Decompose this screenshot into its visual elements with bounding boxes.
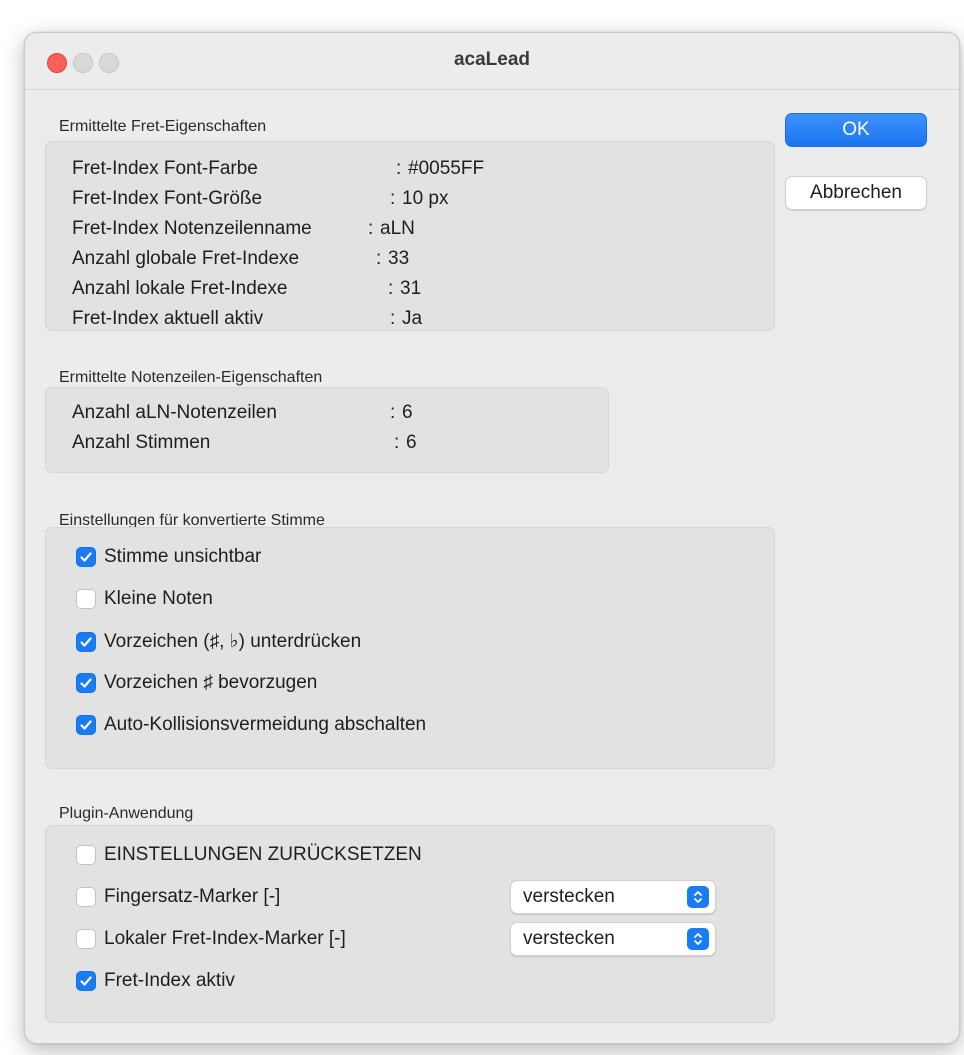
- fret-row-separator: :: [376, 248, 382, 269]
- fret-row-separator: :: [396, 158, 402, 179]
- checkbox[interactable]: [76, 631, 96, 652]
- option-einstellungen-zuruecksetzen[interactable]: EINSTELLUNGEN ZURÜCKSETZEN: [76, 844, 422, 866]
- fret-row-separator: :: [390, 188, 396, 209]
- option-label: Stimme unsichtbar: [104, 546, 262, 567]
- option-label: Fret-Index aktiv: [104, 970, 235, 991]
- title-bar: acaLead: [25, 33, 959, 90]
- staff-row-separator: :: [394, 432, 400, 453]
- checkbox[interactable]: [76, 845, 96, 865]
- fret-row-value: Ja: [402, 308, 423, 329]
- staff-section-title: Ermittelte Notenzeilen-Eigenschaften: [59, 369, 323, 386]
- fret-row-label: Anzahl globale Fret-Indexe: [72, 248, 300, 269]
- checkbox[interactable]: [76, 929, 96, 949]
- lokaler-fret-index-marker-select[interactable]: verstecken: [510, 922, 716, 956]
- option-label: Kleine Noten: [104, 588, 213, 609]
- cancel-button[interactable]: Abbrechen: [785, 176, 927, 210]
- checkmark-icon: [80, 678, 92, 688]
- fret-row-separator: :: [368, 218, 374, 239]
- option-label: Lokaler Fret-Index-Marker [-]: [104, 928, 346, 949]
- staff-row-value: 6: [402, 402, 413, 423]
- checkmark-icon: [80, 720, 92, 730]
- option-fret-index-aktiv[interactable]: Fret-Index aktiv: [76, 970, 235, 992]
- option-label: Auto-Kollisionsvermeidung abschalten: [104, 714, 427, 735]
- fret-row-value: 33: [388, 248, 410, 269]
- checkmark-icon: [80, 636, 92, 647]
- fret-row-separator: :: [388, 278, 394, 299]
- dialog-window: acaLead OK Abbrechen Ermittelte Fret-Eig…: [24, 32, 960, 1044]
- fret-row-label: Anzahl lokale Fret-Indexe: [72, 278, 288, 299]
- fret-row-value: 10 px: [402, 188, 449, 209]
- staff-row: Anzahl Stimmen : 6: [72, 432, 592, 456]
- option-fingersatz-marker[interactable]: Fingersatz-Marker [-]: [76, 886, 280, 908]
- fret-row-value: 31: [400, 278, 422, 299]
- fret-row: Anzahl lokale Fret-Indexe : 31: [72, 278, 752, 302]
- fret-row-label: Fret-Index Font-Farbe: [72, 158, 258, 179]
- fret-section-title: Ermittelte Fret-Eigenschaften: [59, 118, 267, 135]
- staff-row-label: Anzahl Stimmen: [72, 432, 211, 453]
- select-value: verstecken: [523, 886, 615, 907]
- fingersatz-marker-select[interactable]: verstecken: [510, 880, 716, 914]
- checkmark-icon: [80, 552, 92, 562]
- checkmark-icon: [80, 976, 92, 986]
- plugin-settings-box: EINSTELLUNGEN ZURÜCKSETZEN Fingersatz-Ma…: [45, 825, 775, 1023]
- option-stimme-unsichtbar[interactable]: Stimme unsichtbar: [76, 546, 261, 568]
- staff-row: Anzahl aLN-Notenzeilen : 6: [72, 402, 592, 426]
- fret-row-label: Fret-Index aktuell aktiv: [72, 308, 264, 329]
- fret-row: Fret-Index Font-Farbe : #0055FF: [72, 158, 752, 182]
- checkbox[interactable]: [76, 887, 96, 907]
- option-vorzeichen-bevorzugen[interactable]: Vorzeichen ♯ bevorzugen: [76, 672, 317, 694]
- option-auto-kollisionsvermeidung[interactable]: Auto-Kollisionsvermeidung abschalten: [76, 714, 426, 736]
- chevron-updown-icon: [687, 886, 709, 908]
- fret-row-value: aLN: [380, 218, 415, 239]
- chevron-updown-icon: [687, 928, 709, 950]
- window-title: acaLead: [453, 49, 531, 70]
- fret-row-value: #0055FF: [408, 158, 485, 179]
- option-label: Vorzeichen (♯, ♭) unterdrücken: [104, 631, 362, 652]
- checkbox[interactable]: [76, 589, 96, 609]
- staff-row-separator: :: [390, 402, 396, 423]
- checkbox[interactable]: [76, 673, 96, 693]
- checkbox[interactable]: [76, 715, 96, 735]
- option-label: Vorzeichen ♯ bevorzugen: [104, 672, 318, 693]
- option-label: EINSTELLUNGEN ZURÜCKSETZEN: [104, 844, 422, 865]
- select-value: verstecken: [523, 928, 615, 949]
- plugin-section-title: Plugin-Anwendung: [59, 805, 194, 822]
- fret-row: Fret-Index aktuell aktiv : Ja: [72, 308, 752, 332]
- staff-row-value: 6: [406, 432, 417, 453]
- option-vorzeichen-unterdruecken[interactable]: Vorzeichen (♯, ♭) unterdrücken: [76, 630, 361, 653]
- fret-row: Anzahl globale Fret-Indexe : 33: [72, 248, 752, 272]
- voice-settings-box: Stimme unsichtbar Kleine Noten Vorzeiche…: [45, 527, 775, 769]
- fret-row-label: Fret-Index Notenzeilenname: [72, 218, 312, 239]
- fret-row: Fret-Index Font-Größe : 10 px: [72, 188, 752, 212]
- option-lokaler-fret-index-marker[interactable]: Lokaler Fret-Index-Marker [-]: [76, 928, 346, 950]
- option-kleine-noten[interactable]: Kleine Noten: [76, 588, 213, 610]
- fret-row: Fret-Index Notenzeilenname : aLN: [72, 218, 752, 242]
- staff-properties-box: Anzahl aLN-Notenzeilen : 6 Anzahl Stimme…: [45, 387, 609, 473]
- fret-row-label: Fret-Index Font-Größe: [72, 188, 263, 209]
- checkbox[interactable]: [76, 547, 96, 567]
- fret-row-separator: :: [390, 308, 396, 329]
- staff-row-label: Anzahl aLN-Notenzeilen: [72, 402, 277, 423]
- option-label: Fingersatz-Marker [-]: [104, 886, 281, 907]
- fret-properties-box: Fret-Index Font-Farbe : #0055FF Fret-Ind…: [45, 141, 775, 331]
- ok-button[interactable]: OK: [785, 113, 927, 147]
- checkbox[interactable]: [76, 971, 96, 991]
